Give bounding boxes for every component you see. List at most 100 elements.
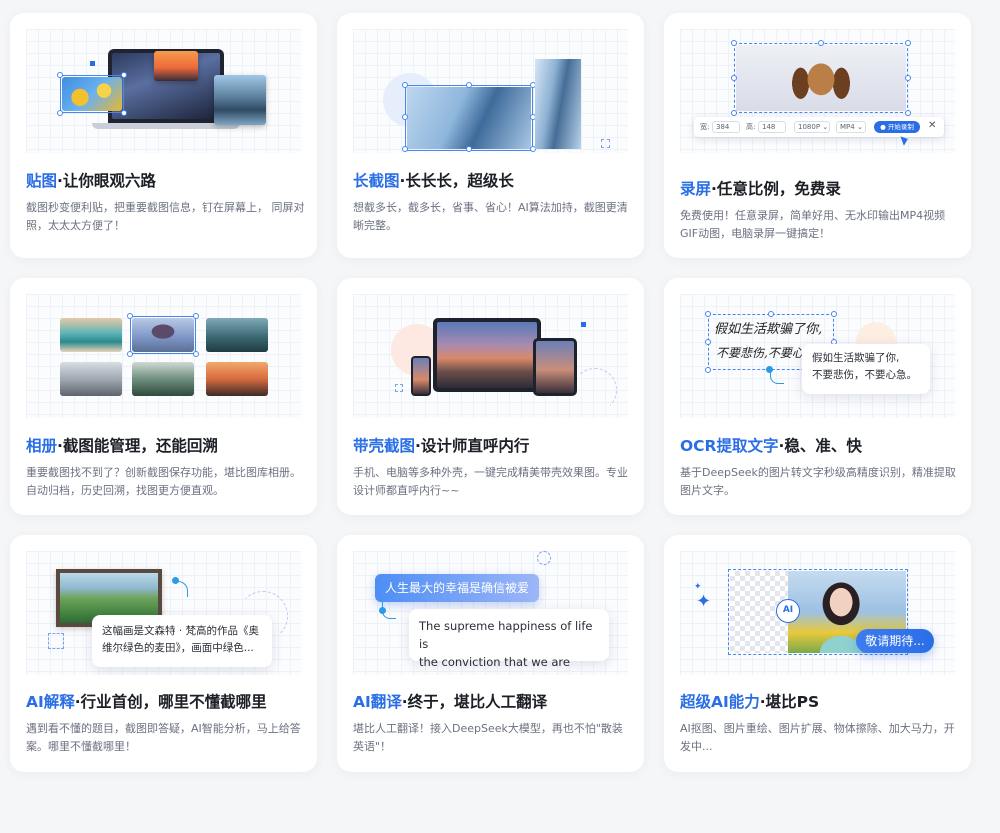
decor-square: [90, 61, 95, 66]
feature-card-album[interactable]: 相册·截图能管理，还能回溯 重要截图找不到了？创新截图保存功能，堪比图库相册。自…: [10, 278, 317, 515]
card-description: 截图秒变便利贴，把重要截图信息，钉在屏幕上， 同屏对照，太太太方便了！: [26, 201, 305, 232]
album-photo-mountain: [206, 318, 268, 352]
card-title: 相册·截图能管理，还能回溯: [26, 437, 218, 455]
card-title: 长截图·长长长，超级长: [353, 172, 514, 190]
feature-card-ai-explain[interactable]: 这幅画是文森特 · 梵高的作品《奥 维尔绿色的麦田》，画面中绿色... AI解释…: [10, 535, 317, 772]
selection-handle[interactable]: [193, 351, 199, 357]
ai-translate-illustration: 人生最大的幸福是确信被爱 The supreme happiness of li…: [353, 551, 628, 675]
feature-card-screen-record[interactable]: 宽: 384 高: 148 1080P ⌄ MP4 ⌄ ● 开始录制 ✕ 录屏·…: [664, 13, 971, 258]
selection-handle[interactable]: [193, 313, 199, 319]
record-toolbar: 宽: 384 高: 148 1080P ⌄ MP4 ⌄ ● 开始录制 ✕: [694, 117, 944, 137]
decor-square-dashed: [48, 633, 64, 649]
translation-line-2: the conviction that we are loved: [419, 655, 570, 675]
tablet-image: [533, 338, 577, 396]
card-title: 超级AI能力·堪比PS: [680, 693, 820, 711]
card-title: 录屏·任意比例，免费录: [680, 180, 841, 198]
album-photo-forest: [132, 362, 194, 396]
connector-line: [770, 372, 784, 384]
album-photo-beach: [60, 318, 122, 352]
selection-handle[interactable]: [121, 72, 127, 78]
feature-card-long-screenshot[interactable]: 长截图·长长长，超级长 想截多长，截多长，省事、省心！AI算法加持，截图更清晰完…: [337, 13, 644, 258]
ocr-result-line-2: 不要悲伤，不要心急。: [812, 369, 917, 381]
selection-handle[interactable]: [705, 367, 711, 373]
feature-card-pin[interactable]: 贴图·让你眼观六路 截图秒变便利贴，把重要截图信息，钉在屏幕上， 同屏对照，太太…: [10, 13, 317, 258]
album-illustration: [26, 294, 301, 418]
selection-handle[interactable]: [731, 40, 737, 46]
card-title: AI翻译·终于，堪比人工翻译: [353, 693, 548, 711]
sunset-photo: [154, 51, 198, 81]
decor-circle: [537, 551, 551, 565]
resolution-select[interactable]: 1080P ⌄: [794, 121, 830, 133]
selection-handle[interactable]: [705, 311, 711, 317]
width-input[interactable]: 384: [712, 121, 740, 133]
card-description: 基于DeepSeek的图片转文字秒级高精度识别，精准提取图片文字。: [680, 466, 956, 497]
selection-handle[interactable]: [831, 311, 837, 317]
album-selection-frame[interactable]: [130, 316, 196, 354]
ocr-illustration: 假如生活欺骗了你, 不要悲伤,不要心急 假如生活欺骗了你, 不要悲伤，不要心急。: [680, 294, 955, 418]
connector-line: [382, 601, 396, 619]
card-description: 手机、电脑等多种外壳，一键完成精美带壳效果图。专业设计师都直呼内行~~: [353, 466, 628, 497]
phone-image: [411, 356, 431, 396]
selection-handle[interactable]: [127, 351, 133, 357]
selection-handle[interactable]: [121, 110, 127, 116]
selection-handle[interactable]: [905, 40, 911, 46]
sparkle-icon-small: ✦: [694, 582, 702, 592]
record-area-frame[interactable]: [734, 43, 908, 113]
format-select[interactable]: MP4 ⌄: [836, 121, 866, 133]
translation-line-1: The supreme happiness of life is: [419, 619, 593, 651]
super-ai-illustration: ✦ ✦ AI 敬请期待...: [680, 551, 955, 675]
album-photo-sunset: [206, 362, 268, 396]
decor-arc: [573, 368, 617, 412]
selection-handle[interactable]: [818, 40, 824, 46]
selection-handle[interactable]: [905, 75, 911, 81]
selection-handle[interactable]: [402, 82, 408, 88]
selection-handle[interactable]: [402, 114, 408, 120]
height-label: 高:: [746, 123, 756, 131]
ocr-result-bubble: 假如生活欺骗了你, 不要悲伤，不要心急。: [802, 344, 930, 394]
pin-selection-frame[interactable]: [60, 75, 124, 113]
card-description: 遇到看不懂的题目，截图即答疑，AI智能分析，马上给答案。哪里不懂截哪里！: [26, 722, 301, 753]
decor-square-dashed: [601, 139, 610, 148]
close-icon[interactable]: ✕: [928, 120, 936, 131]
ai-explain-bubble: 这幅画是文森特 · 梵高的作品《奥 维尔绿色的麦田》，画面中绿色...: [92, 615, 272, 667]
pin-illustration: [26, 29, 301, 153]
selection-handle[interactable]: [402, 146, 408, 152]
decor-square-dashed: [395, 384, 403, 392]
card-title: 贴图·让你眼观六路: [26, 172, 156, 190]
lake-photo: [214, 75, 266, 125]
album-photo-fog: [60, 362, 122, 396]
ai-explain-illustration: 这幅画是文森特 · 梵高的作品《奥 维尔绿色的麦田》，画面中绿色...: [26, 551, 301, 675]
selection-handle[interactable]: [57, 72, 63, 78]
selection-handle[interactable]: [905, 110, 911, 116]
long-screenshot-illustration: [353, 29, 628, 153]
feature-card-super-ai[interactable]: ✦ ✦ AI 敬请期待... 超级AI能力·堪比PS AI抠图、图片重绘、图片扩…: [664, 535, 971, 772]
handwriting-line-1: 假如生活欺骗了你,: [714, 322, 823, 337]
selection-handle[interactable]: [466, 146, 472, 152]
sparkle-icon: ✦: [696, 591, 712, 612]
long-selection-frame[interactable]: [405, 85, 533, 151]
screen-record-illustration: 宽: 384 高: 148 1080P ⌄ MP4 ⌄ ● 开始录制 ✕: [680, 29, 955, 153]
card-description: 免费使用！任意录屏，简单好用、无水印输出MP4视频GIF动图，电脑录屏一键搞定！: [680, 209, 946, 240]
card-title: 带壳截图·设计师直呼内行: [353, 437, 530, 455]
feature-card-device-frame[interactable]: 带壳截图·设计师直呼内行 手机、电脑等多种外壳，一键完成精美带壳效果图。专业设计…: [337, 278, 644, 515]
connector-line: [176, 581, 188, 597]
selection-handle[interactable]: [768, 311, 774, 317]
card-title: OCR提取文字·稳、准、快: [680, 437, 862, 455]
card-description: 重要截图找不到了？创新截图保存功能，堪比图库相册。自动归档，历史回溯，找图更方便…: [26, 466, 301, 497]
device-frame-illustration: [353, 294, 628, 418]
selection-handle[interactable]: [127, 313, 133, 319]
start-record-button[interactable]: ● 开始录制: [874, 121, 920, 133]
card-description: 想截多长，截多长，省事、省心！AI算法加持，截图更清晰完整。: [353, 201, 628, 232]
height-input[interactable]: 148: [758, 121, 786, 133]
feature-card-ocr[interactable]: 假如生活欺骗了你, 不要悲伤,不要心急 假如生活欺骗了你, 不要悲伤，不要心急。…: [664, 278, 971, 515]
ai-badge-icon: AI: [776, 599, 800, 623]
selection-handle[interactable]: [731, 75, 737, 81]
selection-handle[interactable]: [731, 110, 737, 116]
feature-card-ai-translate[interactable]: 人生最大的幸福是确信被爱 The supreme happiness of li…: [337, 535, 644, 772]
selection-handle[interactable]: [705, 339, 711, 345]
chinese-source-label: 人生最大的幸福是确信被爱: [375, 574, 540, 602]
selection-handle[interactable]: [57, 110, 63, 116]
handwriting-line-2: 不要悲伤,不要心急: [716, 346, 816, 360]
card-description: 堪比人工翻译！接入DeepSeek大模型，再也不怕"散装英语"！: [353, 722, 623, 753]
selection-handle[interactable]: [466, 82, 472, 88]
